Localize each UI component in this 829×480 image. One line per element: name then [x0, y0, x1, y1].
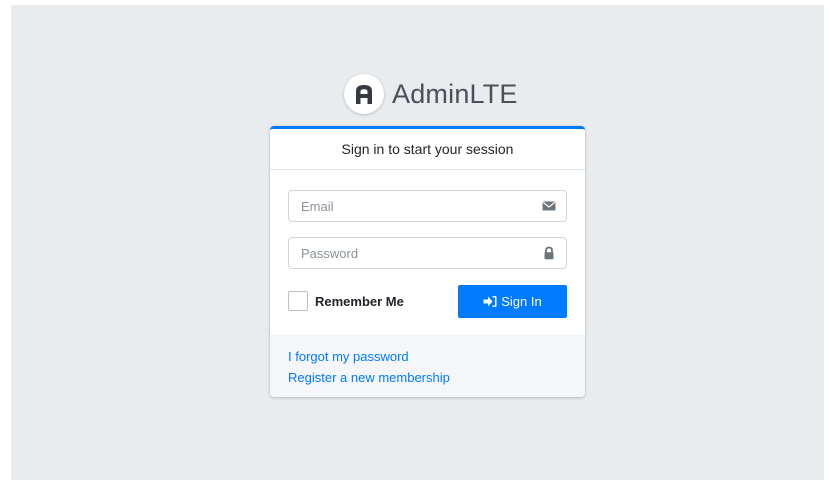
sign-in-icon [483, 296, 497, 307]
remember-me-checkbox[interactable] [288, 291, 308, 311]
remember-me[interactable]: Remember Me [288, 291, 404, 311]
login-page: AdminLTE Sign in to start your session E… [11, 5, 824, 480]
password-field[interactable] [288, 237, 567, 269]
login-card: Sign in to start your session Remembe [270, 126, 585, 397]
envelope-icon [542, 199, 556, 213]
sign-in-label: Sign In [501, 294, 542, 309]
register-link[interactable]: Register a new membership [288, 370, 450, 385]
email-input[interactable] [289, 191, 553, 221]
login-box-message: Sign in to start your session [270, 129, 585, 170]
remember-me-label[interactable]: Remember Me [315, 294, 404, 309]
sign-in-button[interactable]: Sign In [458, 285, 567, 318]
card-footer: I forgot my password Register a new memb… [270, 335, 585, 397]
email-field[interactable] [288, 190, 567, 222]
password-input[interactable] [289, 238, 553, 268]
brand-logo[interactable]: AdminLTE [344, 71, 518, 117]
lock-icon [542, 246, 556, 260]
forgot-password-link[interactable]: I forgot my password [288, 349, 409, 364]
brand-bold: Admin [392, 78, 470, 109]
adminlte-logo-icon [344, 74, 384, 114]
brand-light: LTE [469, 78, 518, 109]
brand-text: AdminLTE [392, 79, 518, 110]
